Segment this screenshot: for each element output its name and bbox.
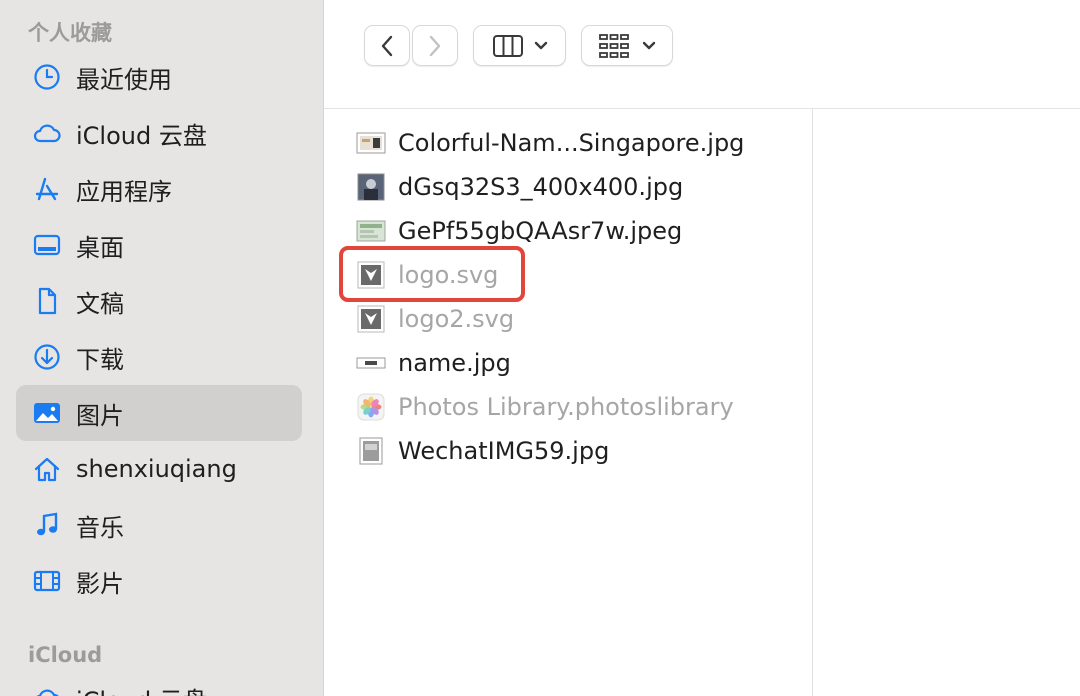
sidebar-item-downloads[interactable]: 下载 [16, 329, 302, 385]
photos-library-icon [356, 392, 386, 422]
file-name: Colorful-Nam...Singapore.jpg [398, 129, 745, 157]
document-icon [30, 284, 64, 318]
sidebar-item-label: 图片 [76, 401, 124, 430]
file-row[interactable]: logo2.svg [356, 299, 514, 339]
sidebar: 个人收藏 最近使用 iCloud 云盘 应用程序 桌面 文稿 下载 图片 she… [0, 0, 324, 696]
toolbar [324, 0, 1080, 108]
image-thumbnail [356, 436, 386, 466]
download-icon [30, 340, 64, 374]
sidebar-item-label: 音乐 [76, 513, 124, 542]
film-icon [30, 564, 64, 598]
file-name: logo2.svg [398, 305, 515, 333]
file-name: dGsq32S3_400x400.jpg [398, 173, 684, 201]
sidebar-item-documents[interactable]: 文稿 [16, 273, 302, 329]
chevron-left-icon [381, 35, 393, 56]
chevron-down-icon [534, 41, 547, 49]
cloud-icon [30, 681, 64, 696]
sidebar-item-recents[interactable]: 最近使用 [16, 49, 302, 105]
chevron-down-icon [642, 41, 656, 49]
sidebar-item-label: 文稿 [76, 289, 124, 318]
sidebar-item-label: shenxiuqiang [76, 455, 237, 483]
file-row[interactable]: dGsq32S3_400x400.jpg [356, 167, 683, 207]
image-thumbnail [356, 172, 386, 202]
back-button[interactable] [364, 25, 410, 66]
sidebar-item-pictures[interactable]: 图片 [16, 385, 302, 441]
image-thumbnail [356, 128, 386, 158]
file-row[interactable]: GePf55gbQAAsr7w.jpeg [356, 211, 682, 251]
sidebar-item-label: iCloud 云盘 [76, 121, 207, 150]
icloud-header: iCloud [28, 643, 103, 667]
sidebar-item-label: 下载 [76, 345, 124, 374]
forward-button[interactable] [412, 25, 458, 66]
app-store-icon [30, 172, 64, 206]
svg-thumbnail [356, 304, 386, 334]
sidebar-item-label: iCloud 云盘 [76, 681, 207, 696]
sidebar-item-label: 应用程序 [76, 177, 172, 206]
image-thumbnail [356, 348, 386, 378]
file-name: GePf55gbQAAsr7w.jpeg [398, 217, 683, 245]
desktop-icon [30, 228, 64, 262]
file-row[interactable]: WechatIMG59.jpg [356, 431, 609, 471]
sidebar-item-applications[interactable]: 应用程序 [16, 161, 302, 217]
sidebar-item-desktop[interactable]: 桌面 [16, 217, 302, 273]
sidebar-item-home[interactable]: shenxiuqiang [16, 441, 302, 497]
cloud-icon [30, 116, 64, 150]
file-name: Photos Library.photoslibrary [398, 393, 734, 421]
sidebar-item-movies[interactable]: 影片 [16, 553, 302, 609]
file-name: WechatIMG59.jpg [398, 437, 610, 465]
grid-group-icon [599, 33, 629, 58]
view-mode-button[interactable] [473, 25, 566, 66]
photo-icon [30, 396, 64, 430]
chevron-right-icon [429, 35, 441, 56]
sidebar-item-icloud-drive[interactable]: iCloud 云盘 [16, 105, 302, 161]
favorites-header: 个人收藏 [28, 21, 112, 45]
column-view-icon [492, 34, 523, 57]
sidebar-item-music[interactable]: 音乐 [16, 497, 302, 553]
highlight-annotation [339, 246, 525, 302]
sidebar-item-label: 桌面 [76, 233, 124, 262]
file-row[interactable]: name.jpg [356, 343, 511, 383]
clock-icon [30, 60, 64, 94]
column-divider[interactable] [812, 109, 813, 696]
sidebar-item-label: 影片 [76, 569, 124, 598]
group-mode-button[interactable] [581, 25, 673, 66]
file-name: name.jpg [398, 349, 511, 377]
image-thumbnail [356, 216, 386, 246]
file-row[interactable]: Colorful-Nam...Singapore.jpg [356, 123, 744, 163]
sidebar-item-icloud-drive-2[interactable]: iCloud 云盘 [16, 670, 302, 696]
file-row[interactable]: Photos Library.photoslibrary [356, 387, 734, 427]
sidebar-item-label: 最近使用 [76, 65, 172, 94]
home-icon [30, 452, 64, 486]
music-icon [30, 508, 64, 542]
